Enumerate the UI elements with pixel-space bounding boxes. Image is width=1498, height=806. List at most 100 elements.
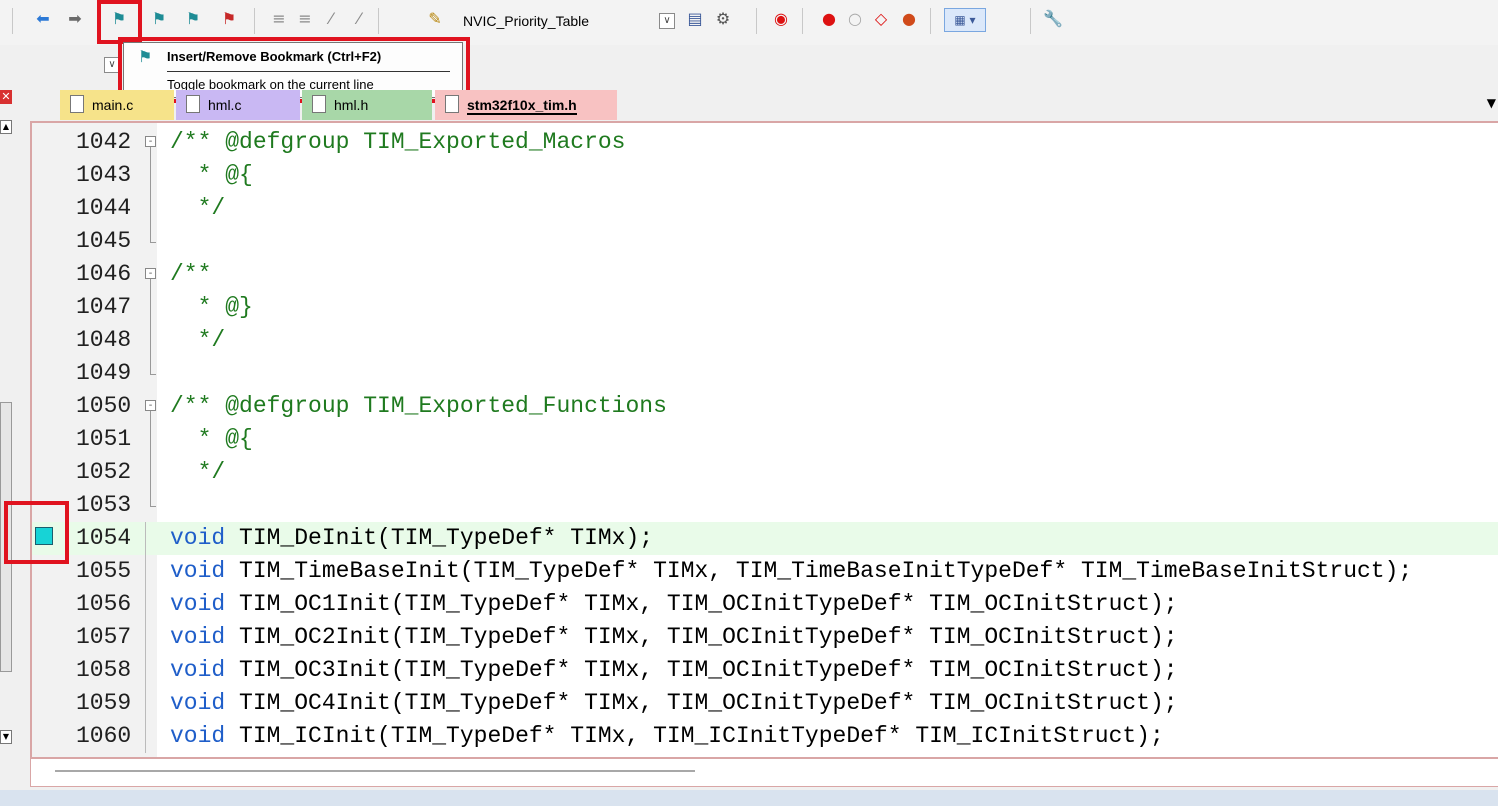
enable-breakpoint-icon[interactable]: ○ [844,8,866,30]
previous-bookmark-icon[interactable]: ⚑ [148,8,170,30]
fold-guide [145,720,159,753]
code-line[interactable]: 1059 void TIM_OC4Init(TIM_TypeDef* TIMx, … [32,687,1498,720]
clear-all-bookmarks-icon[interactable]: ⚑ [218,8,240,30]
line-number: 1048 [76,327,132,353]
combo-dropdown-icon[interactable]: ∨ [659,13,675,29]
fold-guide [145,654,159,687]
configure-icon[interactable]: 🔧 [1042,8,1064,30]
unindent-icon[interactable]: ≡ [294,8,316,30]
debug-session-icon[interactable]: ◉ [770,8,792,30]
highlight-bookmark-marker [4,501,69,564]
keyword: void [170,690,226,716]
fold-collapse-icon[interactable]: - [145,258,159,291]
comment-selection-icon[interactable]: ⁄ [320,8,342,30]
code-text: */ [170,459,226,485]
line-number: 1047 [76,294,132,320]
code-text: /** [170,261,212,287]
code-line[interactable]: 1045 [32,225,1498,258]
disable-all-breakpoints-icon[interactable]: ◇ [870,8,892,30]
next-bookmark-icon[interactable]: ⚑ [182,8,204,30]
line-number: 1045 [76,228,132,254]
code-line[interactable]: 1042-/** @defgroup TIM_Exported_Macros [32,126,1498,159]
code-text: /** @defgroup TIM_Exported_Functions [170,393,667,419]
keyword: void [170,624,226,650]
code-text: void TIM_OC4Init(TIM_TypeDef* TIMx, TIM_… [170,687,1178,720]
toolbar-separator [930,8,931,34]
tab-main-c[interactable]: main.c [60,90,174,120]
line-number: 1059 [76,690,132,716]
code-text: void TIM_OC3Init(TIM_TypeDef* TIMx, TIM_… [170,654,1178,687]
code-line[interactable]: 1046-/** [32,258,1498,291]
code-line[interactable]: 1056 void TIM_OC1Init(TIM_TypeDef* TIMx, … [32,588,1498,621]
code-line[interactable]: 1058 void TIM_OC3Init(TIM_TypeDef* TIMx, … [32,654,1498,687]
horizontal-scrollbar[interactable] [30,759,1498,787]
window-layout-icon[interactable]: ▦ ▾ [944,8,986,32]
indent-icon[interactable]: ≡ [268,8,290,30]
code-line[interactable]: 1051 * @{ [32,423,1498,456]
code-line[interactable]: 1055 void TIM_TimeBaseInit(TIM_TypeDef* T… [32,555,1498,588]
line-number: 1054 [76,525,132,551]
tab-label: stm32f10x_tim.h [467,97,577,115]
insert-breakpoint-icon[interactable]: ● [818,8,840,30]
scroll-down-icon[interactable]: ▼ [0,730,12,744]
navigate-forward-icon[interactable]: ➡ [64,8,86,30]
code-line[interactable]: 1054 void TIM_DeInit(TIM_TypeDef* TIMx); [32,522,1498,555]
code-rest: TIM_OC2Init(TIM_TypeDef* TIMx, TIM_OCIni… [225,624,1178,650]
left-panel-scrollbar[interactable]: ▲ ▼ [0,92,12,782]
fold-guide [145,621,159,654]
tab-stm32f10x-tim-h[interactable]: stm32f10x_tim.h [435,90,617,120]
fold-guide [145,192,159,225]
fold-guide [145,522,159,555]
tab-hml-c[interactable]: hml.c [176,90,300,120]
file-icon [445,95,459,113]
code-line[interactable]: 1057 void TIM_OC2Init(TIM_TypeDef* TIMx, … [32,621,1498,654]
file-icon [70,95,84,113]
code-line[interactable]: 1049 [32,357,1498,390]
tab-hml-h[interactable]: hml.h [302,90,432,120]
line-number: 1056 [76,591,132,617]
code-line[interactable]: 1050-/** @defgroup TIM_Exported_Function… [32,390,1498,423]
code-text: void TIM_OC1Init(TIM_TypeDef* TIMx, TIM_… [170,588,1178,621]
code-line[interactable]: 1043 * @{ [32,159,1498,192]
horizontal-scroll-thumb[interactable] [55,770,695,772]
toolbar-separator [756,8,757,34]
line-number: 1043 [76,162,132,188]
tabs-dropdown-icon[interactable]: ▼ [1487,96,1496,110]
code-editor[interactable]: 1042-/** @defgroup TIM_Exported_Macros 10… [30,121,1498,759]
navigate-back-icon[interactable]: ⬅ [32,8,54,30]
find-in-files-icon[interactable]: ✎ [424,8,446,30]
fold-guide [145,687,159,720]
code-text: void TIM_DeInit(TIM_TypeDef* TIMx); [170,522,653,555]
fold-guide [145,324,159,357]
fold-collapse-icon[interactable]: - [145,390,159,423]
code-text: * @{ [170,162,253,188]
code-line[interactable]: 1053 [32,489,1498,522]
editor-tabs: ✕ main.c hml.c hml.h stm32f10x_tim.h ▼ [0,90,1498,120]
code-line[interactable]: 1044 */ [32,192,1498,225]
kill-all-breakpoints-icon[interactable]: ● [898,8,920,30]
code-line[interactable]: 1052 */ [32,456,1498,489]
project-combo-value[interactable]: NVIC_Priority_Table [463,13,589,29]
line-number: 1044 [76,195,132,221]
fold-guide [145,291,159,324]
code-text: */ [170,195,226,221]
code-rest: TIM_OC1Init(TIM_TypeDef* TIMx, TIM_OCIni… [225,591,1178,617]
code-rest: TIM_OC3Init(TIM_TypeDef* TIMx, TIM_OCIni… [225,657,1178,683]
code-line[interactable]: 1047 * @} [32,291,1498,324]
uncomment-selection-icon[interactable]: ⁄ [348,8,370,30]
code-text: */ [170,327,226,353]
fold-collapse-icon[interactable]: - [145,126,159,159]
line-number: 1049 [76,360,132,386]
scroll-up-icon[interactable]: ▲ [0,120,12,134]
incremental-find-icon[interactable]: ⚙ [712,8,734,30]
keyword: void [170,657,226,683]
find-icon[interactable]: ▤ [684,8,706,30]
tab-label: hml.h [334,97,369,113]
code-line[interactable]: 1048 */ [32,324,1498,357]
keyword: void [170,591,226,617]
code-text: void TIM_OC2Init(TIM_TypeDef* TIMx, TIM_… [170,621,1178,654]
line-number: 1057 [76,624,132,650]
code-line[interactable]: 1060 void TIM_ICInit(TIM_TypeDef* TIMx, T… [32,720,1498,753]
line-number: 1052 [76,459,132,485]
file-icon [186,95,200,113]
